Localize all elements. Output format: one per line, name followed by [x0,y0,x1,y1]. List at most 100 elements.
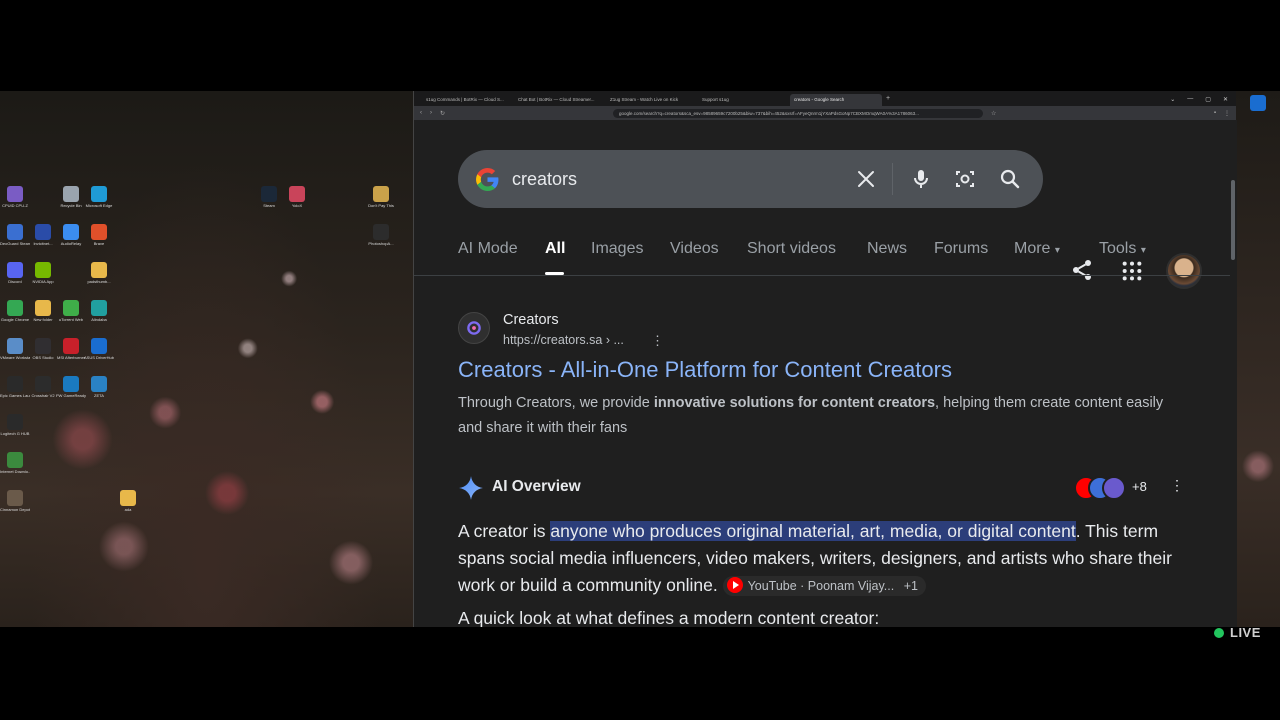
desktop-icon[interactable]: Google Chrome [0,300,30,322]
search-box[interactable]: creators [458,150,1043,208]
site-url[interactable]: https://creators.sa › ... [503,333,624,347]
tab-videos[interactable]: Videos [670,240,719,258]
tab-all[interactable]: All [545,240,565,258]
desktop-icon-label: CPUID CPU-Z [2,203,28,208]
desktop-icon-label: PhotoshopA... [368,241,394,246]
tab-ai-mode[interactable]: AI Mode [458,240,518,258]
desktop-icon[interactable]: AudioRelay [56,224,86,246]
desktop-icon-label: DeoGuard Steam E... [0,241,30,246]
citation-chip[interactable]: YouTube · Poonam Vijay... +1 [722,576,926,596]
tab-images[interactable]: Images [591,240,643,258]
desktop-icon-label: Microsoft Edge [85,203,113,208]
desktop-icon[interactable]: ZETA [84,376,114,398]
desktop-icon[interactable]: Recycle Bin [56,186,86,208]
desktop-icon[interactable]: VMware Workstati... [0,338,30,360]
desktop-icon-label: Steam [263,203,275,208]
desktop-icon[interactable]: PhotoshopA... [366,224,396,246]
app-icon [373,224,389,240]
browser-tab[interactable]: Chat Bot | BotRix — Cloud Streamer... [514,94,606,106]
desktop-icon[interactable]: padsthumb... [84,262,114,284]
desktop-icon-label: PW GameReady [56,393,86,398]
search-tabs: AI Mode All Images Videos Short videos N… [458,240,1198,266]
site-name[interactable]: Creators [503,312,559,328]
desktop-icon[interactable]: New folder [28,300,58,322]
desktop-icon[interactable]: CPUID CPU-Z [0,186,30,208]
tab-news[interactable]: News [867,240,907,258]
desktop-icon[interactable]: NVIDIA App [28,262,58,284]
desktop-icon[interactable]: Steam [254,186,284,208]
tabs-divider [414,275,1230,276]
forward-icon[interactable]: › [430,110,432,116]
desktop-icon[interactable]: Epic Games Launcher [0,376,30,398]
search-input[interactable]: creators [512,169,577,190]
bookmark-star-icon[interactable]: ☆ [991,110,996,117]
desktop-icon-label: MSI Afterburner [56,355,85,360]
result-more-options-icon[interactable]: ⋮ [651,333,664,349]
desktop-icon[interactable]: YoloX [282,186,312,208]
desktop-icon[interactable]: Alindaba [84,300,114,322]
desktop-icon-label: Alindaba [91,317,107,322]
close-window-button[interactable]: ✕ [1223,96,1228,103]
app-icon [63,186,79,202]
clear-icon[interactable] [854,167,878,191]
desktop-icon[interactable]: Cinnamon Depot [0,490,30,512]
desktop-icon[interactable]: Internet Downlo... [0,452,30,474]
app-icon [63,376,79,392]
url-field[interactable]: google.com/search?q=creators&sca_esv=985… [613,108,984,118]
desktop-icon[interactable]: Invicitnet... [28,224,58,246]
ai-overview-more-icon[interactable]: ⋮ [1170,477,1184,494]
tab-short-videos[interactable]: Short videos [747,240,836,258]
app-icon [35,224,51,240]
tab-more[interactable]: More ▾ [1014,240,1060,258]
result-title-link[interactable]: Creators - All-in-One Platform for Conte… [458,357,952,383]
caret-down-icon: ▾ [1054,245,1060,256]
desktop-icon[interactable]: OBS Studio [28,338,58,360]
desktop-icon[interactable]: uTorrent Web [56,300,86,322]
desktop-icon-label: ASUS DriverHub [84,355,114,360]
sources-count[interactable]: +8 [1132,479,1147,494]
scrollbar[interactable] [1231,180,1235,260]
desktop-icon[interactable]: Discord [0,262,30,284]
reload-icon[interactable]: ↻ [440,110,445,117]
snippet-text: Through Creators, we provide [458,395,654,411]
live-label: LIVE [1230,625,1261,640]
desktop-icon[interactable]: Brave [84,224,114,246]
desktop-icon[interactable]: MSI Afterburner [56,338,86,360]
browser-tab[interactable]: Z1ug Stream - Watch Live on Kick [606,94,698,106]
browser-menu-icon[interactable]: ⋮ [1224,110,1230,117]
desktop-icon[interactable]: Logitech G HUB [0,414,30,436]
desktop-icon[interactable]: Don't Pay This [366,186,396,208]
browser-tab[interactable]: Support s1ug [698,94,790,106]
desktop-icon[interactable]: PW GameReady [56,376,86,398]
microphone-icon[interactable] [909,167,933,191]
source-favicons[interactable] [1074,475,1134,501]
caret-down-icon: ▾ [1140,245,1146,256]
sparkle-icon [459,476,483,500]
creators-logo-icon [467,321,481,335]
citation-label: YouTube · Poonam Vijay... [747,579,895,593]
desktop-icon[interactable]: Crosshair V2 [28,376,58,398]
camera-lens-icon[interactable] [953,167,977,191]
tab-search-icon[interactable]: ⌄ [1170,96,1175,103]
minimize-button[interactable]: — [1187,96,1193,103]
desktop-icon[interactable]: Microsoft Edge [84,186,114,208]
desktop-icon-label: New folder [33,317,53,322]
back-icon[interactable]: ‹ [420,110,422,116]
desktop-icon-label: Discord [8,279,22,284]
browser-tab-active[interactable]: creators - Google Search [790,94,882,106]
desktop-icon[interactable]: ada [113,490,143,512]
app-icon [7,452,23,468]
browser-tab[interactable]: s1ug Commands | BotRix — Cloud S... [422,94,514,106]
desktop-icon[interactable]: DeoGuard Steam E... [0,224,30,246]
google-logo-icon [476,168,499,191]
search-icon[interactable] [998,167,1022,191]
tab-tools[interactable]: Tools ▾ [1099,240,1146,258]
tab-forums[interactable]: Forums [934,240,988,258]
desktop-icon[interactable]: ASUS DriverHub [84,338,114,360]
ai-overview-next-line: A quick look at what defines a modern co… [458,608,880,627]
maximize-button[interactable]: ▢ [1205,96,1211,103]
desktop-icon-shortcut[interactable] [1243,95,1273,111]
new-tab-button[interactable]: + [882,94,896,106]
extensions-icon[interactable]: ▪ [1214,110,1216,116]
desktop-icon-label: Brave [93,241,105,246]
